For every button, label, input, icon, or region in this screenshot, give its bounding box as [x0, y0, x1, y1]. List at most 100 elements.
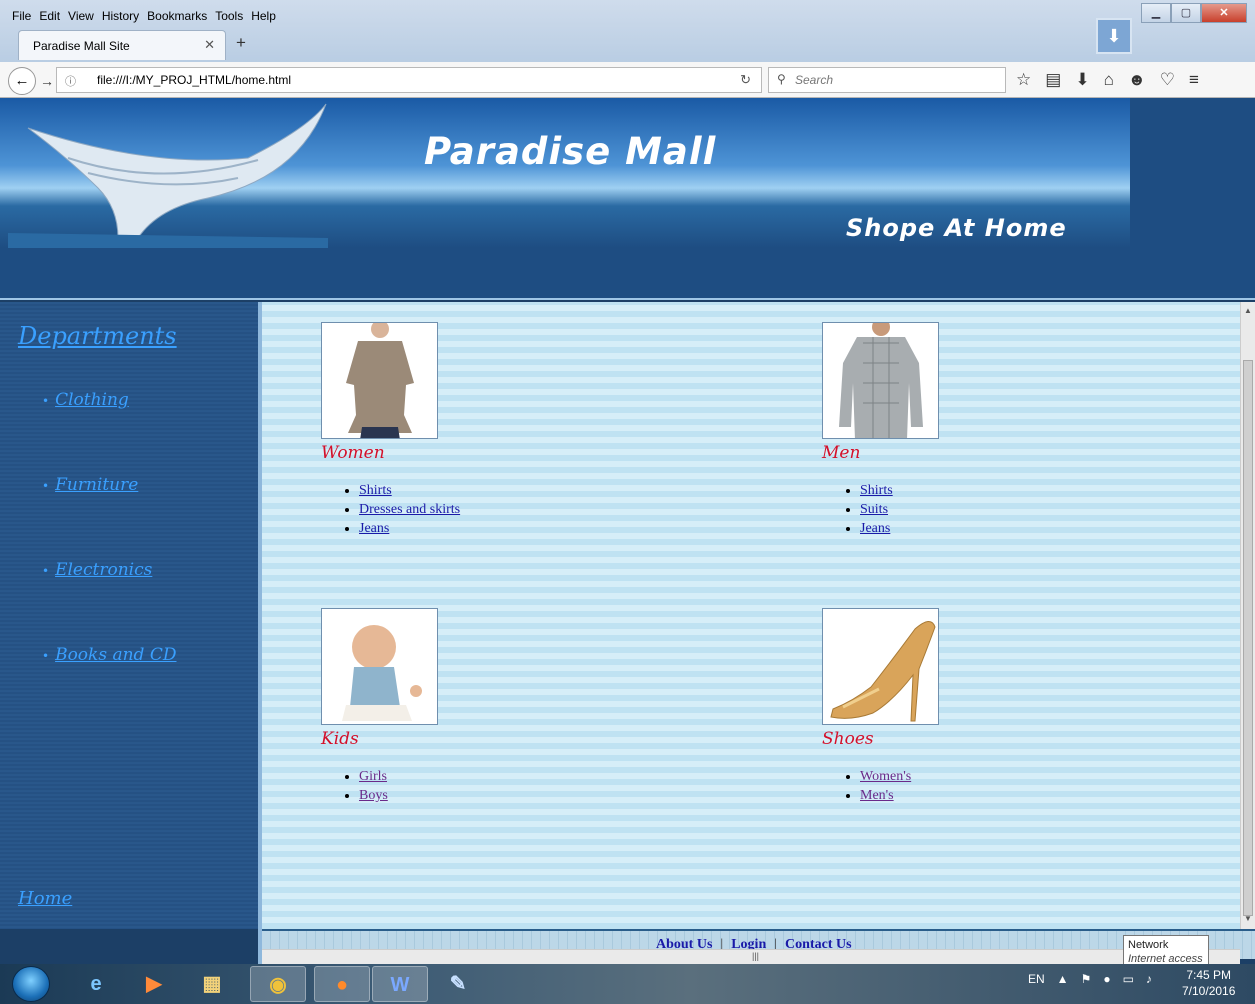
furniture-link[interactable]: Furniture: [55, 475, 138, 495]
reading-list-icon[interactable]: ▤: [1045, 70, 1061, 90]
forward-arrow-icon[interactable]: →: [40, 73, 54, 89]
sidebar-item-electronics: • Electronics: [42, 560, 152, 580]
shoes-links: Women's Men's: [860, 769, 1122, 804]
tooltip-title: Network: [1128, 939, 1169, 951]
word-icon[interactable]: W: [372, 966, 428, 1002]
mall-building-image: [8, 103, 328, 248]
search-input[interactable]: ⚲ Search: [768, 67, 1006, 93]
site-tagline: Shope At Home: [846, 214, 1067, 242]
electronics-link[interactable]: Electronics: [55, 560, 152, 580]
menu-edit[interactable]: Edit: [39, 9, 60, 23]
kids-links: Girls Boys: [359, 769, 621, 804]
kids-image[interactable]: [321, 608, 438, 725]
back-arrow-icon[interactable]: ←: [8, 67, 36, 95]
start-button[interactable]: [12, 966, 50, 1002]
reload-icon[interactable]: ↻: [740, 72, 751, 88]
system-tray: EN ▲ ⚑ ● ▭ ♪: [1028, 972, 1152, 986]
category-men: Men Shirts Suits Jeans: [822, 322, 1122, 540]
horizontal-scrollbar[interactable]: |||: [262, 949, 1240, 964]
download-arrow-icon[interactable]: ⬇: [1096, 18, 1132, 54]
chrome-icon[interactable]: ◉: [250, 966, 306, 1002]
new-tab-icon[interactable]: +: [236, 33, 246, 53]
url-text: file:///I:/MY_PROJ_HTML/home.html: [97, 73, 292, 87]
list-item: Shirts: [359, 483, 621, 499]
close-tab-icon[interactable]: ✕: [204, 37, 215, 53]
menu-help[interactable]: Help: [251, 9, 276, 23]
books-and-cd-link[interactable]: Books and CD: [55, 645, 176, 665]
browser-titlebar: File Edit View History Bookmarks Tools H…: [0, 0, 1255, 62]
sidebar-item-furniture: • Furniture: [42, 475, 138, 495]
close-window-button[interactable]: ✕: [1201, 3, 1247, 23]
navigation-bar: ← → ⓘ file:///I:/MY_PROJ_HTML/home.html …: [0, 62, 1255, 98]
women-dresses-link[interactable]: Dresses and skirts: [359, 502, 460, 517]
women-image[interactable]: [321, 322, 438, 439]
toolbar-icons: ☆ ▤ ⬇ ⌂ ☻ ♡ ≡: [1016, 70, 1199, 90]
pocket-icon[interactable]: ♡: [1160, 70, 1175, 90]
men-image[interactable]: [822, 322, 939, 439]
shoes-mens-link[interactable]: Men's: [860, 788, 894, 803]
address-bar[interactable]: ⓘ file:///I:/MY_PROJ_HTML/home.html ↻: [56, 67, 762, 93]
media-player-icon[interactable]: ▶: [126, 966, 182, 1002]
bookmark-star-icon[interactable]: ☆: [1016, 70, 1031, 90]
home-icon[interactable]: ⌂: [1104, 70, 1114, 90]
menu-tools[interactable]: Tools: [215, 9, 243, 23]
bullet-icon: •: [42, 648, 50, 663]
scrollbar-grip-icon[interactable]: |||: [752, 951, 759, 961]
minimize-button[interactable]: ▁: [1141, 3, 1171, 23]
show-hidden-icons-icon[interactable]: ▲: [1057, 972, 1069, 986]
bullet-icon: •: [42, 478, 50, 493]
bullet-icon: •: [42, 563, 50, 578]
vertical-scrollbar[interactable]: ▲ ▼: [1240, 302, 1255, 929]
downloads-icon[interactable]: ⬇: [1075, 70, 1089, 90]
clock-date: 7/10/2016: [1182, 984, 1236, 998]
menu-bookmarks[interactable]: Bookmarks: [147, 9, 207, 23]
internet-explorer-icon[interactable]: e: [68, 966, 124, 1002]
kids-boys-link[interactable]: Boys: [359, 788, 388, 803]
banner-divider: [0, 298, 1255, 300]
maximize-button[interactable]: ▢: [1171, 3, 1201, 23]
scroll-down-arrow-icon[interactable]: ▼: [1244, 914, 1252, 923]
men-jeans-link[interactable]: Jeans: [860, 521, 890, 536]
men-suits-link[interactable]: Suits: [860, 502, 888, 517]
action-center-flag-icon[interactable]: ⚑: [1081, 972, 1092, 986]
list-item: Suits: [860, 502, 1122, 518]
tray-app-icon[interactable]: ●: [1103, 972, 1110, 986]
menu-history[interactable]: History: [102, 9, 139, 23]
scroll-up-arrow-icon[interactable]: ▲: [1244, 306, 1252, 315]
file-explorer-icon[interactable]: ▦: [184, 966, 240, 1002]
list-item: Boys: [359, 788, 621, 804]
men-shirts-link[interactable]: Shirts: [860, 483, 893, 498]
firefox-icon[interactable]: ●: [314, 966, 370, 1002]
sidebar: Departments • Clothing • Furniture • Electr…: [0, 302, 258, 929]
shoes-womens-link[interactable]: Women's: [860, 769, 911, 784]
departments-heading-link[interactable]: Departments: [18, 322, 177, 350]
women-shirts-link[interactable]: Shirts: [359, 483, 392, 498]
clock-time: 7:45 PM: [1186, 968, 1232, 982]
network-icon[interactable]: ▭: [1123, 972, 1134, 986]
browser-tab[interactable]: Paradise Mall Site ✕: [18, 30, 226, 60]
clock[interactable]: 7:45 PM 7/10/2016: [1182, 967, 1235, 999]
volume-icon[interactable]: ♪: [1146, 972, 1152, 986]
kids-girls-link[interactable]: Girls: [359, 769, 387, 784]
shoes-image[interactable]: [822, 608, 939, 725]
language-indicator[interactable]: EN: [1028, 972, 1045, 986]
site-title: Paradise Mall: [424, 130, 717, 173]
clothing-link[interactable]: Clothing: [55, 390, 129, 410]
list-item: Jeans: [860, 521, 1122, 537]
home-link[interactable]: Home: [18, 888, 72, 909]
scrollbar-thumb[interactable]: [1243, 360, 1253, 916]
sidebar-item-books: • Books and CD: [42, 645, 176, 665]
list-item: Shirts: [860, 483, 1122, 499]
menu-file[interactable]: File: [12, 9, 31, 23]
info-icon[interactable]: ⓘ: [65, 73, 76, 89]
hamburger-menu-icon[interactable]: ≡: [1189, 70, 1199, 90]
menu-view[interactable]: View: [68, 9, 94, 23]
women-jeans-link[interactable]: Jeans: [359, 521, 389, 536]
main-content: Women Shirts Dresses and skirts Jeans Me…: [262, 302, 1240, 929]
paint-icon[interactable]: ✎: [430, 966, 486, 1002]
chat-icon[interactable]: ☻: [1128, 70, 1146, 90]
window-controls: ▁ ▢ ✕: [1141, 3, 1247, 23]
search-placeholder: Search: [795, 73, 834, 87]
sidebar-item-clothing: • Clothing: [42, 390, 129, 410]
windows-taskbar: e ▶ ▦ ◉ ● W ✎ EN ▲ ⚑ ● ▭ ♪ 7:45 PM 7/10/…: [0, 964, 1255, 1004]
